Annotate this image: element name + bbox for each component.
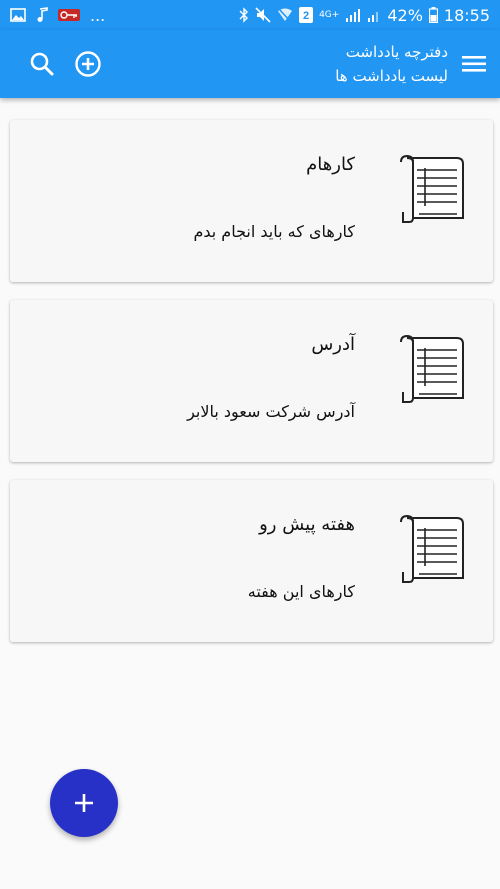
notepad-icon [400, 334, 464, 403]
menu-button[interactable] [460, 50, 488, 78]
note-description: آدرس شرکت سعود بالابر [187, 402, 355, 421]
mute-icon [255, 7, 271, 23]
note-title: کارهام [306, 154, 355, 175]
menu-icon [462, 56, 486, 72]
bluetooth-icon [239, 7, 249, 23]
search-icon [30, 52, 54, 76]
vpn-key-icon [58, 9, 80, 21]
notifications-overflow: ... [90, 5, 106, 25]
app-title: دفترچه یادداشت [345, 43, 448, 61]
wifi-off-icon [277, 7, 293, 23]
battery-percent: 42% [387, 5, 423, 25]
battery-icon [428, 7, 438, 23]
signal-icon-2 [367, 7, 381, 23]
notepad-icon [400, 514, 464, 583]
status-time: 18:55 [443, 5, 490, 25]
add-circle-icon [75, 51, 101, 77]
note-description: کارهای این هفته [247, 582, 355, 601]
network-type-label: 4G+ [319, 9, 340, 20]
note-title: هفته پیش رو [259, 514, 355, 535]
note-description: کارهای که باید انجام بدم [193, 222, 355, 241]
sim-2-badge: 2 [299, 7, 314, 23]
add-note-button[interactable] [74, 50, 102, 78]
notepad-icon [400, 154, 464, 223]
svg-text:2: 2 [303, 10, 309, 22]
app-bar: دفترچه یادداشت لیست یادداشت ها [0, 30, 500, 98]
music-note-icon [36, 7, 48, 23]
add-note-fab[interactable] [50, 769, 118, 837]
gallery-icon [10, 8, 26, 22]
note-card[interactable]: کارهام کارهای که باید انجام بدم [10, 120, 493, 282]
app-subtitle: لیست یادداشت ها [335, 67, 448, 85]
signal-icon [345, 7, 361, 23]
note-card[interactable]: آدرس آدرس شرکت سعود بالابر [10, 300, 493, 462]
note-card[interactable]: هفته پیش رو کارهای این هفته [10, 480, 493, 642]
plus-icon [75, 794, 93, 812]
status-bar: ... 2 4G+ 42% 18:55 [0, 0, 500, 30]
app-bar-actions [28, 50, 102, 78]
status-bar-system: 2 4G+ 42% 18:55 [239, 6, 490, 25]
app-bar-titles: دفترچه یادداشت لیست یادداشت ها [335, 40, 448, 88]
status-bar-notifications: ... [10, 6, 105, 25]
search-button[interactable] [28, 50, 56, 78]
note-title: آدرس [311, 334, 355, 355]
